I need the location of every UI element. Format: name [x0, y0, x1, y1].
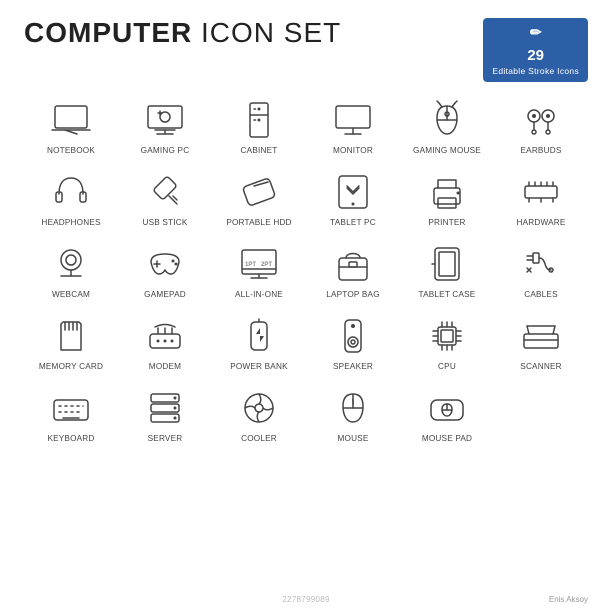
icon-cell-cooler: COOLER	[212, 384, 306, 446]
mouse-icon	[331, 386, 375, 430]
server-icon	[143, 386, 187, 430]
speaker-icon	[331, 314, 375, 358]
cables-icon	[519, 242, 563, 286]
portable-hdd-label: PORTABLE HDD	[226, 218, 291, 228]
author: Enis Aksoy	[549, 595, 588, 604]
icon-cell-laptop-bag: LAPTOP BAG	[306, 240, 400, 302]
gaming-pc-label: GAMING PC	[141, 146, 190, 156]
icon-cell-tablet-case: TABLET CASE	[400, 240, 494, 302]
icon-cell-mouse: MOUSE	[306, 384, 400, 446]
notebook-icon	[49, 98, 93, 142]
server-label: SERVER	[148, 434, 183, 444]
scanner-icon	[519, 314, 563, 358]
cpu-icon	[425, 314, 469, 358]
speaker-label: SPEAKER	[333, 362, 373, 372]
printer-icon	[425, 170, 469, 214]
page: COMPUTER ICON SET ✏ 29 Editable Stroke I…	[0, 0, 612, 612]
earbuds-icon	[519, 98, 563, 142]
hardware-icon	[519, 170, 563, 214]
icon-cell-scanner: SCANNER	[494, 312, 588, 374]
scanner-label: SCANNER	[520, 362, 561, 372]
notebook-label: NOTEBOOK	[47, 146, 95, 156]
header: COMPUTER ICON SET ✏ 29 Editable Stroke I…	[24, 18, 588, 82]
memory-card-label: MEMORY CARD	[39, 362, 103, 372]
icon-cell-portable-hdd: PORTABLE HDD	[212, 168, 306, 230]
icon-cell-cables: CABLES	[494, 240, 588, 302]
icon-cell-keyboard: KEYBOARD	[24, 384, 118, 446]
tablet-case-icon	[425, 242, 469, 286]
gamepad-label: GAMEPAD	[144, 290, 186, 300]
icon-cell-all-in-one: 1PT 2PT ALL-IN-ONE	[212, 240, 306, 302]
cooler-icon	[237, 386, 281, 430]
icon-cell-mouse-pad: MOUSE PAD	[400, 384, 494, 446]
keyboard-label: KEYBOARD	[47, 434, 94, 444]
tablet-pc-icon	[331, 170, 375, 214]
tablet-case-label: TABLET CASE	[419, 290, 476, 300]
webcam-icon	[49, 242, 93, 286]
gaming-mouse-icon	[425, 98, 469, 142]
webcam-label: WEBCAM	[52, 290, 90, 300]
badge: ✏ 29 Editable Stroke Icons	[483, 18, 588, 82]
cooler-label: COOLER	[241, 434, 277, 444]
modem-label: MODEM	[149, 362, 181, 372]
cabinet-label: CABINET	[241, 146, 278, 156]
badge-icon: ✏	[530, 23, 542, 43]
tablet-pc-label: TABLET PC	[330, 218, 376, 228]
laptop-bag-label: LAPTOP BAG	[326, 290, 380, 300]
icon-cell-earbuds: EARBUDS	[494, 96, 588, 158]
headphones-label: HEADPHONES	[41, 218, 100, 228]
gaming-pc-icon	[143, 98, 187, 142]
usb-stick-label: USB STICK	[142, 218, 187, 228]
watermark: 2278799089	[0, 595, 612, 604]
icon-cell-hardware: HARDWARE	[494, 168, 588, 230]
icon-cell-printer: PRINTER	[400, 168, 494, 230]
cabinet-icon	[237, 98, 281, 142]
portable-hdd-icon	[237, 170, 281, 214]
icon-cell-headphones: HEADPHONES	[24, 168, 118, 230]
memory-card-icon	[49, 314, 93, 358]
icon-cell-webcam: WEBCAM	[24, 240, 118, 302]
icon-cell-tablet-pc: TABLET PC	[306, 168, 400, 230]
page-title: COMPUTER ICON SET	[24, 18, 341, 49]
gamepad-icon	[143, 242, 187, 286]
mouse-pad-icon	[425, 386, 469, 430]
icon-cell-modem: MODEM	[118, 312, 212, 374]
icon-cell-monitor: MONITOR	[306, 96, 400, 158]
cables-label: CABLES	[524, 290, 558, 300]
usb-stick-icon	[143, 170, 187, 214]
icon-cell-cabinet: CABINET	[212, 96, 306, 158]
svg-text:2PT: 2PT	[261, 262, 272, 268]
icon-cell-usb-stick: USB STICK	[118, 168, 212, 230]
printer-label: PRINTER	[428, 218, 465, 228]
icon-cell-power-bank: POWER BANK	[212, 312, 306, 374]
earbuds-label: EARBUDS	[521, 146, 562, 156]
icon-cell-cpu: CPU	[400, 312, 494, 374]
power-bank-icon	[237, 314, 281, 358]
mouse-label: MOUSE	[337, 434, 368, 444]
icon-cell-gamepad: GAMEPAD	[118, 240, 212, 302]
icon-cell-gaming-pc: GAMING PC	[118, 96, 212, 158]
icons-grid: NOTEBOOK GAMING PC	[24, 96, 588, 445]
icon-cell-memory-card: MEMORY CARD	[24, 312, 118, 374]
monitor-label: MONITOR	[333, 146, 373, 156]
all-in-one-label: ALL-IN-ONE	[235, 290, 283, 300]
laptop-bag-icon	[331, 242, 375, 286]
keyboard-icon	[49, 386, 93, 430]
all-in-one-icon: 1PT 2PT	[237, 242, 281, 286]
svg-text:1PT: 1PT	[245, 262, 256, 268]
headphones-icon	[49, 170, 93, 214]
icon-cell-notebook: NOTEBOOK	[24, 96, 118, 158]
icon-cell-gaming-mouse: GAMING MOUSE	[400, 96, 494, 158]
icon-cell-speaker: SPEAKER	[306, 312, 400, 374]
monitor-icon	[331, 98, 375, 142]
icon-cell-server: SERVER	[118, 384, 212, 446]
hardware-label: HARDWARE	[516, 218, 565, 228]
mouse-pad-label: MOUSE PAD	[422, 434, 472, 444]
cpu-label: CPU	[438, 362, 456, 372]
power-bank-label: POWER BANK	[230, 362, 288, 372]
modem-icon	[143, 314, 187, 358]
gaming-mouse-label: GAMING MOUSE	[413, 146, 481, 156]
